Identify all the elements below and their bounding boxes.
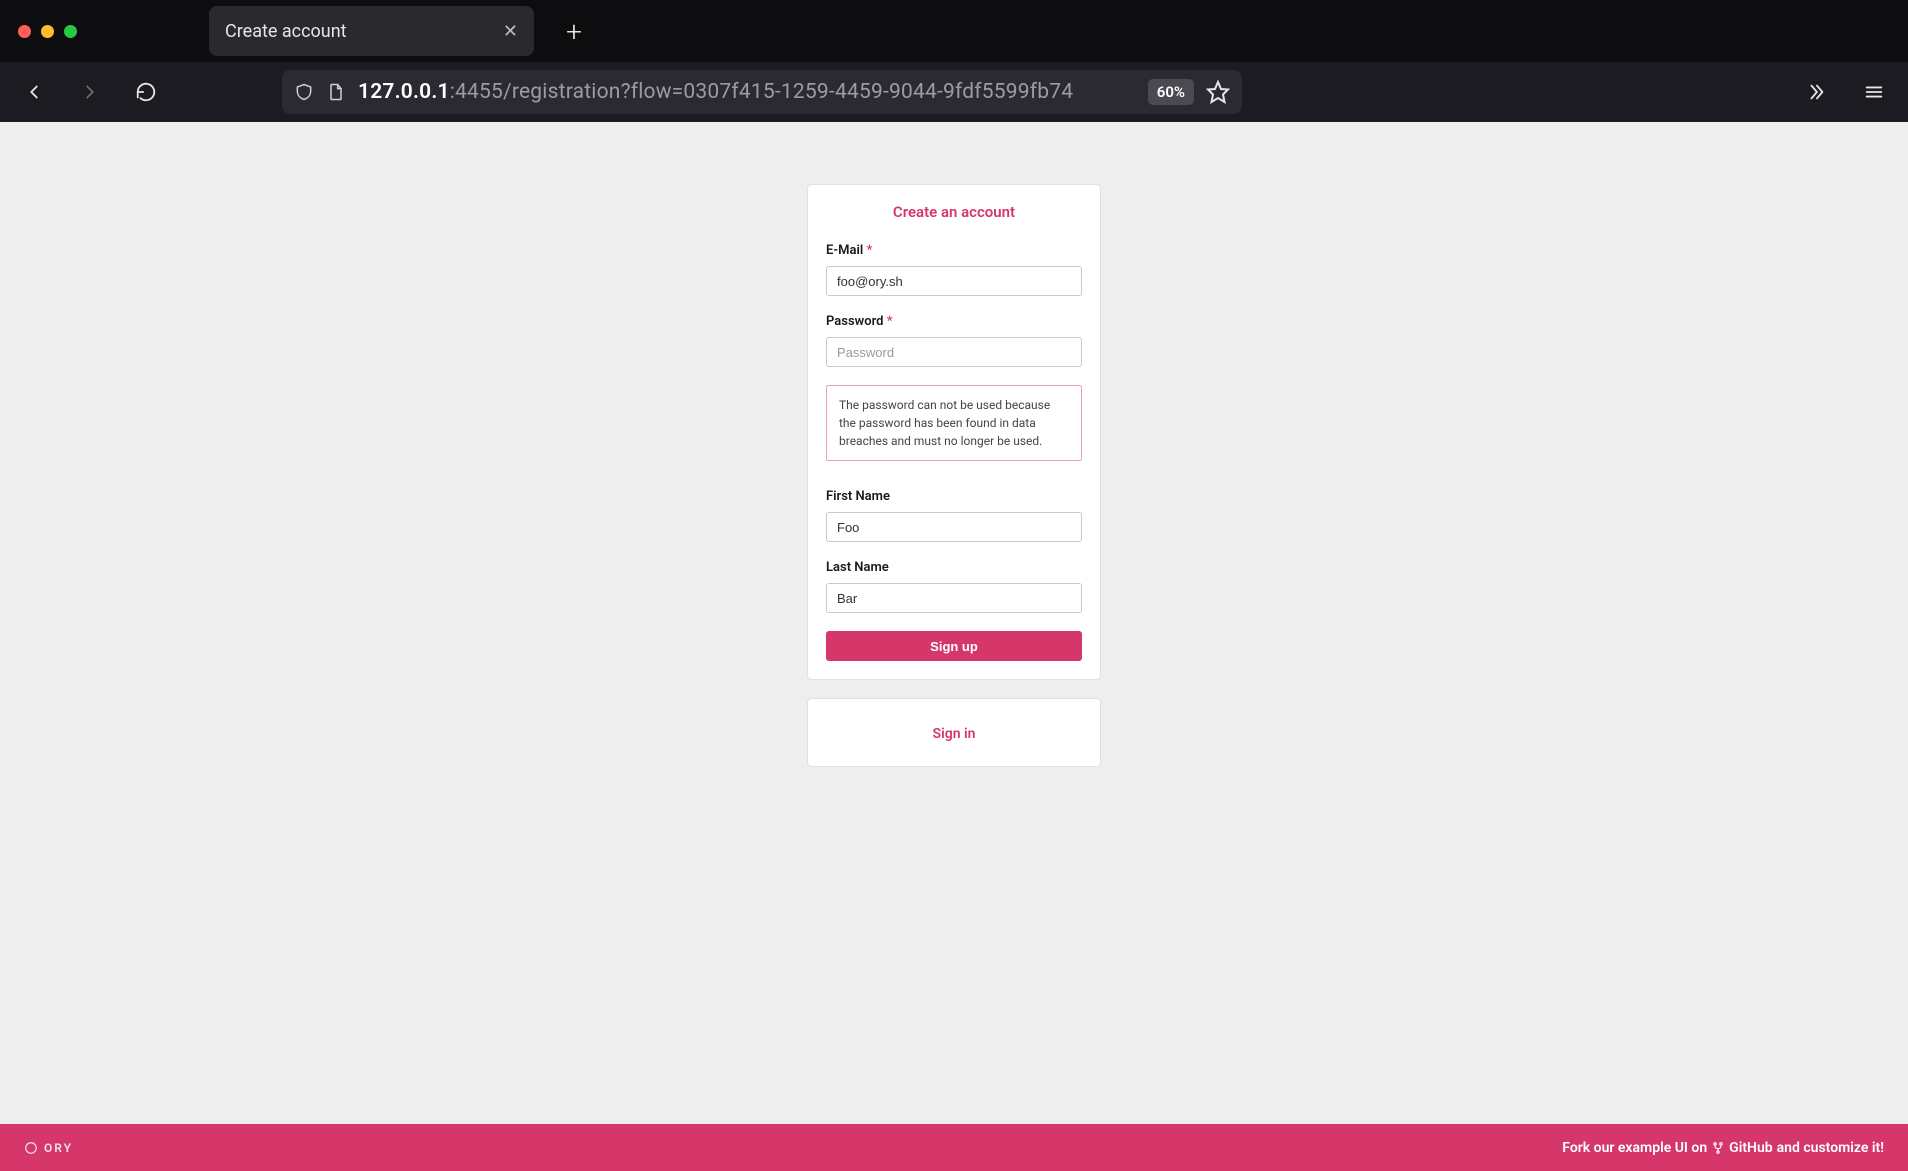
footer-banner: ORY Fork our example UI on GitHub and cu… (0, 1124, 1908, 1171)
fork-github-text: Fork our example UI on GitHub and custom… (1562, 1140, 1884, 1156)
shield-icon (294, 82, 314, 102)
forward-button[interactable] (70, 72, 110, 112)
close-window-button[interactable] (18, 25, 31, 38)
address-bar[interactable]: 127.0.0.1:4455/registration?flow=0307f41… (282, 70, 1242, 114)
registration-card: Create an account E-Mail * Password * Th… (807, 184, 1101, 680)
back-button[interactable] (14, 72, 54, 112)
browser-tab[interactable]: Create account ✕ (209, 6, 534, 56)
ory-logo: ORY (24, 1141, 73, 1155)
github-link[interactable]: GitHub (1729, 1140, 1772, 1156)
first-name-label: First Name (826, 489, 1082, 504)
last-name-label: Last Name (826, 560, 1082, 575)
ory-logo-icon (24, 1141, 38, 1155)
url-path: :4455/registration?flow=0307f415-1259-44… (450, 80, 1074, 104)
first-name-field-group: First Name (826, 489, 1082, 542)
signin-link[interactable]: Sign in (933, 726, 976, 742)
url-text: 127.0.0.1:4455/registration?flow=0307f41… (358, 80, 1073, 104)
reload-button[interactable] (126, 72, 166, 112)
email-input[interactable] (826, 266, 1082, 296)
password-error-message: The password can not be used because the… (826, 385, 1082, 461)
page-viewport: Create an account E-Mail * Password * Th… (0, 122, 1908, 1171)
overflow-chevrons-icon[interactable] (1796, 72, 1836, 112)
last-name-field-group: Last Name (826, 560, 1082, 613)
tab-title: Create account (225, 21, 347, 42)
minimize-window-button[interactable] (41, 25, 54, 38)
url-host: 127.0.0.1 (358, 80, 450, 104)
signin-card: Sign in (807, 698, 1101, 767)
window-titlebar: Create account ✕ + (0, 0, 1908, 62)
new-tab-button[interactable]: + (562, 15, 586, 48)
browser-toolbar: 127.0.0.1:4455/registration?flow=0307f41… (0, 62, 1908, 122)
first-name-input[interactable] (826, 512, 1082, 542)
signup-button[interactable]: Sign up (826, 631, 1082, 661)
last-name-input[interactable] (826, 583, 1082, 613)
close-tab-icon[interactable]: ✕ (503, 21, 518, 42)
password-input[interactable] (826, 337, 1082, 367)
password-label: Password * (826, 314, 1082, 329)
email-label: E-Mail * (826, 243, 1082, 258)
git-fork-icon (1711, 1141, 1725, 1155)
maximize-window-button[interactable] (64, 25, 77, 38)
password-field-group: Password * (826, 314, 1082, 367)
document-icon (326, 82, 346, 102)
window-controls (12, 25, 77, 38)
bookmark-star-icon[interactable] (1206, 80, 1230, 104)
card-title: Create an account (826, 203, 1082, 221)
email-field-group: E-Mail * (826, 243, 1082, 296)
hamburger-menu-icon[interactable] (1854, 72, 1894, 112)
zoom-level-badge[interactable]: 60% (1148, 79, 1194, 105)
